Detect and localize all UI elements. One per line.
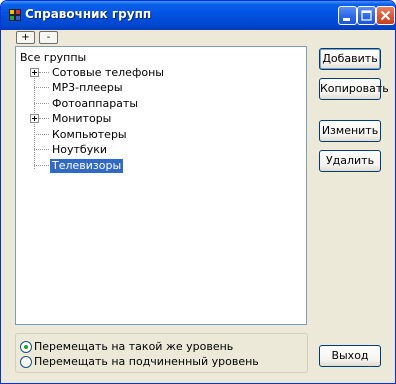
maximize-icon <box>361 10 372 21</box>
tree-connector-line <box>34 134 49 135</box>
radio-same-level-label[interactable]: Перемещать на такой же уровень <box>34 340 233 354</box>
edit-button[interactable]: Изменить <box>319 120 381 142</box>
maximize-button[interactable] <box>357 6 376 25</box>
window-title: Справочник групп <box>25 7 152 21</box>
tree-item-mp3-players[interactable]: MP3-плееры <box>50 81 125 95</box>
tree-item-monitors[interactable]: Мониторы <box>50 112 113 126</box>
tree-connector-line <box>39 72 49 73</box>
radio-child-level-label[interactable]: Перемещать на подчиненный уровень <box>34 355 259 369</box>
add-button[interactable]: Добавить <box>319 48 381 70</box>
tree-item-tvs[interactable]: Телевизоры <box>50 159 124 173</box>
tree-item-computers[interactable]: Компьютеры <box>50 128 129 142</box>
delete-button[interactable]: Удалить <box>319 150 381 172</box>
close-button[interactable] <box>376 6 395 25</box>
tree-item-laptops[interactable]: Ноутбуки <box>50 143 109 157</box>
tree-connector-line <box>34 103 49 104</box>
radio-unchecked-icon[interactable] <box>20 356 32 368</box>
minimize-icon <box>343 18 350 21</box>
expand-plus-icon[interactable] <box>30 114 39 123</box>
app-icon <box>9 9 21 21</box>
group-tree[interactable]: Все группы Сотовые телефоны MP3-плееры Ф… <box>15 46 307 325</box>
expand-plus-icon[interactable] <box>30 68 39 77</box>
tree-connector-line <box>34 149 49 150</box>
tree-root-all-groups[interactable]: Все группы <box>18 51 88 65</box>
move-options-group: Перемещать на такой же уровень Перемещат… <box>15 333 308 373</box>
tree-connector-line <box>39 118 49 119</box>
exit-button[interactable]: Выход <box>319 345 381 367</box>
close-icon <box>380 10 391 21</box>
tree-item-cameras[interactable]: Фотоаппараты <box>50 97 140 111</box>
dialog-window: Справочник групп + - Все группы Сотовые … <box>0 0 396 384</box>
tree-connector-line <box>34 165 49 166</box>
tree-connector-line <box>34 87 49 88</box>
copy-button[interactable]: Копировать <box>319 78 389 100</box>
title-bar[interactable]: Справочник групп <box>1 1 395 30</box>
collapse-all-button[interactable]: - <box>39 31 58 44</box>
tree-item-mobile-phones[interactable]: Сотовые телефоны <box>50 66 166 80</box>
minimize-button[interactable] <box>338 6 357 25</box>
expand-all-button[interactable]: + <box>16 31 35 44</box>
radio-checked-icon[interactable] <box>20 341 32 353</box>
